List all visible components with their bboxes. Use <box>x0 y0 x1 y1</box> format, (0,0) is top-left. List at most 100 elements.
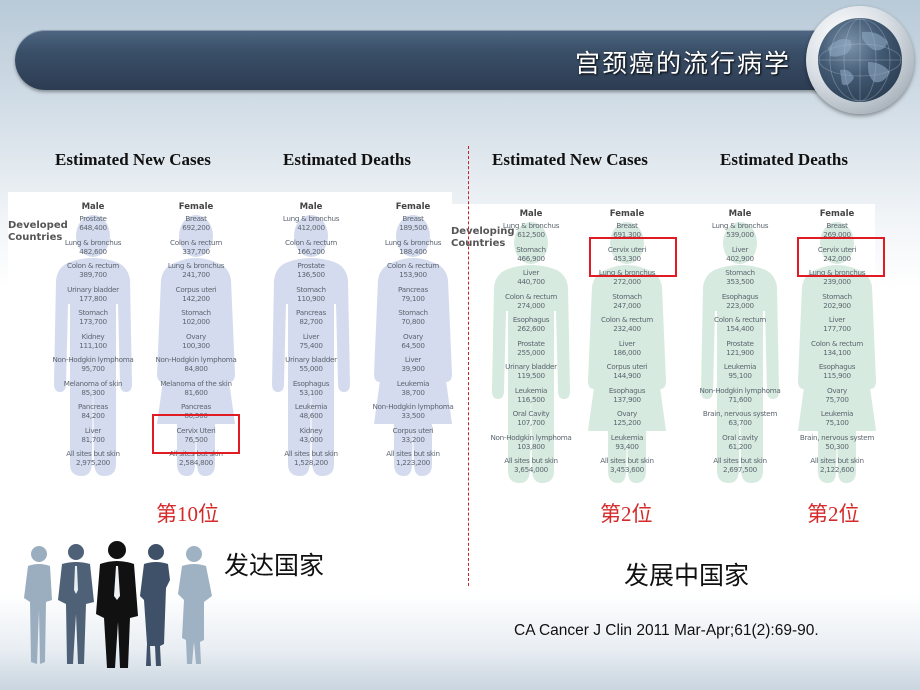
cancer-site-item: Non-Hodgkin lymphoma 84,800 <box>141 355 251 379</box>
site-value: 466,900 <box>517 253 545 263</box>
cancer-site-item: Leukemia 116,500 <box>476 386 586 410</box>
site-value: 186,000 <box>613 347 641 357</box>
cancer-site-list: Lung & bronchus 612,500 Stomach 466,900 Live… <box>476 221 586 480</box>
site-value: 255,000 <box>517 347 545 357</box>
site-value: 48,600 <box>299 411 323 421</box>
site-value: 75,400 <box>299 340 323 350</box>
person-silhouette <box>140 544 170 666</box>
cancer-site-item: All sites but skin 3,453,600 <box>572 456 682 480</box>
site-value: 232,400 <box>613 324 641 334</box>
site-value: 337,700 <box>182 246 210 256</box>
site-name: Colon & rectum <box>285 237 337 247</box>
cancer-site-item: Melanoma of the skin 81,600 <box>141 379 251 403</box>
site-name: Liver <box>731 244 749 254</box>
site-value: 2,122,600 <box>820 465 854 475</box>
site-value: 144,900 <box>613 371 641 381</box>
site-name: Breast <box>826 221 848 230</box>
site-name: Esophagus <box>818 362 856 371</box>
site-value: 1,528,200 <box>294 458 328 468</box>
site-name: Non-Hodgkin lymphoma <box>490 432 572 442</box>
header-developing-deaths: Estimated Deaths <box>720 150 848 169</box>
site-value: 389,700 <box>79 270 107 280</box>
sex-label: Male <box>728 209 752 219</box>
site-name: Breast <box>185 214 207 223</box>
site-name: Colon & rectum <box>601 315 653 324</box>
cancer-site-item: Prostate 136,500 <box>256 261 366 285</box>
cancer-site-item: Liver 440,700 <box>476 268 586 292</box>
cancer-site-item: Ovary 64,500 <box>358 332 468 356</box>
cancer-site-item: Esophagus 262,600 <box>476 315 586 339</box>
site-value: 241,700 <box>182 270 210 280</box>
site-value: 64,500 <box>401 340 425 350</box>
site-value: 50,300 <box>825 441 849 451</box>
cancer-site-item: Oral cavity 61,200 <box>685 433 795 457</box>
cancer-site-item: Leukemia 93,400 <box>572 433 682 457</box>
rank-developed-new-cases: 第10位 <box>156 502 219 526</box>
site-name: Ovary <box>616 409 638 418</box>
site-value: 223,000 <box>726 300 754 310</box>
site-value: 93,400 <box>615 441 639 451</box>
cancer-site-item: Prostate 648,400 <box>38 214 148 238</box>
site-value: 38,700 <box>401 387 425 397</box>
cancer-site-item: Stomach 70,800 <box>358 308 468 332</box>
site-name: Lung & bronchus <box>711 221 769 230</box>
site-name: Pancreas <box>398 284 428 294</box>
cancer-site-item: Esophagus 115,900 <box>782 362 892 386</box>
cancer-site-item: All sites but skin 1,223,200 <box>358 449 468 473</box>
site-value: 100,300 <box>182 340 210 350</box>
site-name: All sites but skin <box>713 456 767 465</box>
person-silhouette <box>24 546 52 664</box>
cancer-site-item: Liver 177,700 <box>782 315 892 339</box>
site-value: 692,200 <box>182 223 210 233</box>
site-value: 115,900 <box>823 371 851 381</box>
cancer-site-item: Liver 39,900 <box>358 355 468 379</box>
cancer-site-item: Colon & rectum 232,400 <box>572 315 682 339</box>
slide-title: 宫颈癌的流行病学 <box>574 49 791 78</box>
site-name: Breast <box>402 214 424 223</box>
site-value: 84,800 <box>184 364 208 374</box>
site-name: Leukemia <box>514 385 548 395</box>
site-name: Stomach <box>398 308 428 317</box>
site-name: Non-Hodgkin lymphoma <box>699 385 781 395</box>
site-value: 33,500 <box>401 411 425 421</box>
cancer-site-item: Liver 402,900 <box>685 245 795 269</box>
site-value: 3,453,600 <box>610 465 644 475</box>
cancer-site-item: Corpus uteri 144,900 <box>572 362 682 386</box>
header-developed-new-cases: Estimated New Cases <box>55 150 211 169</box>
cancer-site-item: Colon & rectum 153,900 <box>358 261 468 285</box>
site-name: Brain, nervous system <box>702 409 778 418</box>
site-value: 134,100 <box>823 347 851 357</box>
site-name: Esophagus <box>608 385 646 395</box>
sex-label: Female <box>178 202 214 212</box>
site-value: 262,600 <box>517 324 545 334</box>
cancer-site-item: Non-Hodgkin lymphoma 95,700 <box>38 355 148 379</box>
cancer-site-item: Brain, nervous system 50,300 <box>782 433 892 457</box>
cancer-site-item: Colon & rectum 154,400 <box>685 315 795 339</box>
cancer-site-item: Lung & bronchus 412,000 <box>256 214 366 238</box>
cancer-site-item: Esophagus 223,000 <box>685 292 795 316</box>
site-value: 55,000 <box>299 364 323 374</box>
cancer-site-list: Lung & bronchus 412,000 Colon & rectum 166,… <box>256 214 366 473</box>
site-value: 75,700 <box>825 394 849 404</box>
cancer-site-item: Pancreas 79,100 <box>358 285 468 309</box>
cancer-site-item: All sites but skin 2,975,200 <box>38 449 148 473</box>
site-value: 142,200 <box>182 293 210 303</box>
site-name: Prostate <box>79 214 107 223</box>
site-name: Oral Cavity <box>512 409 550 418</box>
site-value: 648,400 <box>79 223 107 233</box>
site-value: 95,700 <box>81 364 105 374</box>
cancer-site-item: Ovary 125,200 <box>572 409 682 433</box>
site-name: Leukemia <box>396 378 430 388</box>
site-name: Pancreas <box>296 308 326 317</box>
site-value: 75,100 <box>825 418 849 428</box>
site-name: Oral cavity <box>722 432 758 442</box>
site-name: Colon & rectum <box>170 237 222 247</box>
site-value: 43,000 <box>299 434 323 444</box>
cancer-site-item: Stomach 110,900 <box>256 285 366 309</box>
site-name: Colon & rectum <box>67 261 119 270</box>
site-value: 202,900 <box>823 300 851 310</box>
site-value: 247,000 <box>613 300 641 310</box>
cancer-site-item: Ovary 100,300 <box>141 332 251 356</box>
cancer-site-item: Melanoma of skin 85,300 <box>38 379 148 403</box>
site-value: 103,800 <box>517 441 545 451</box>
